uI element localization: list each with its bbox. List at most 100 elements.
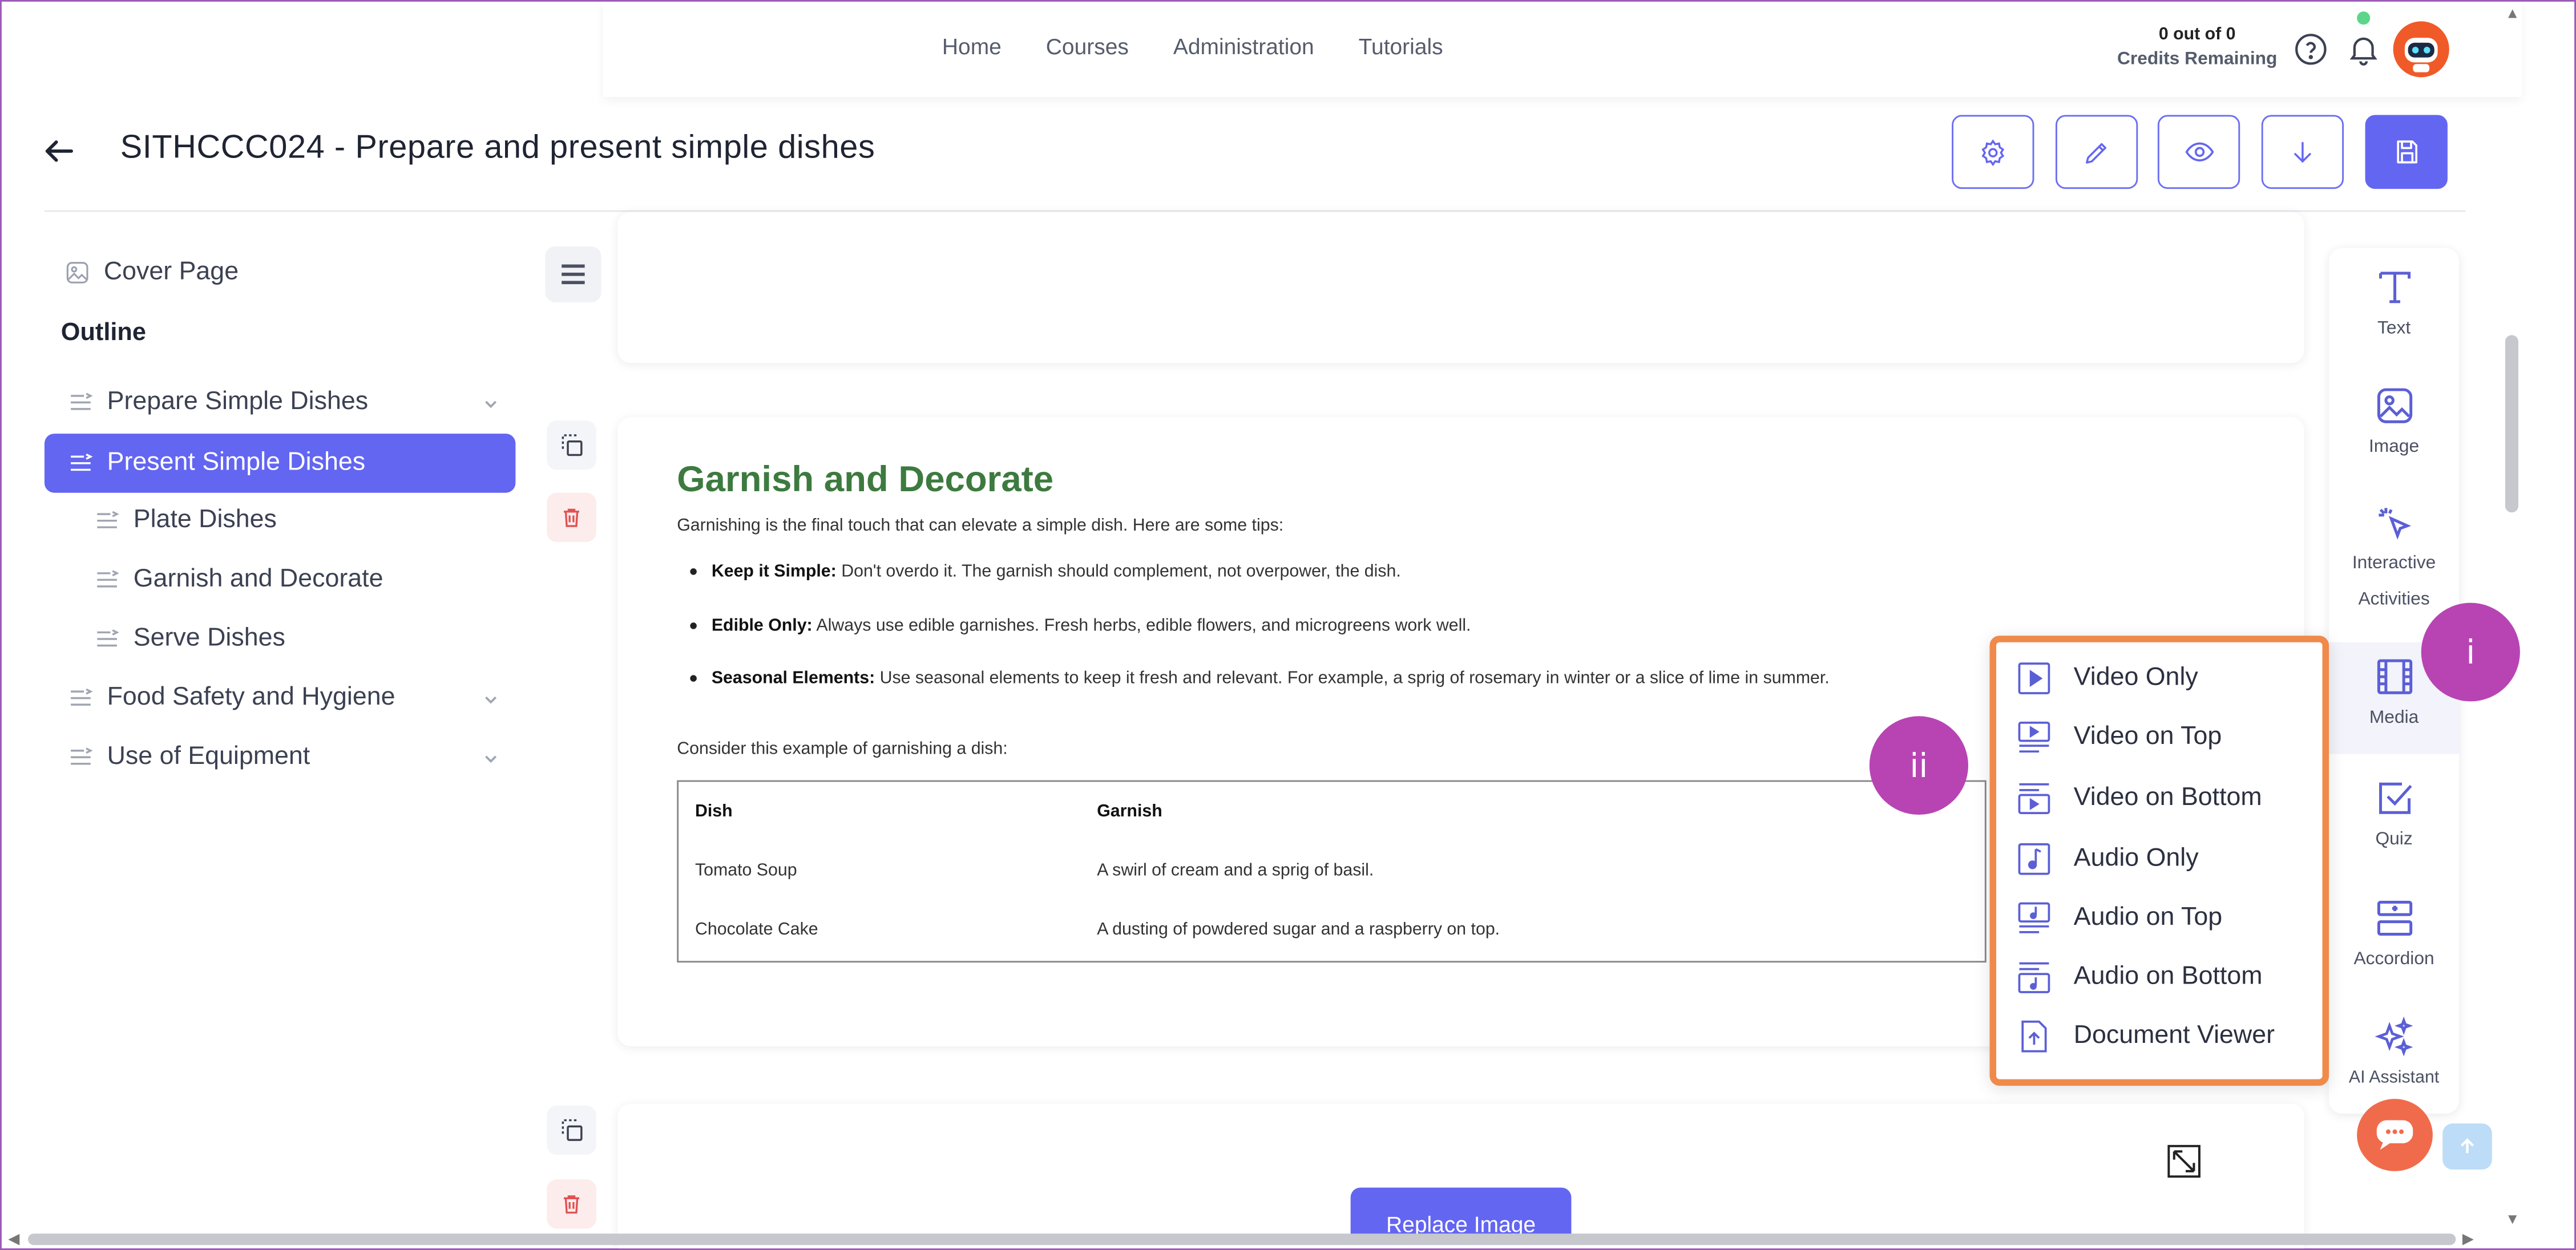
panel-item-label: Media (2369, 707, 2419, 728)
chat-button[interactable] (2357, 1099, 2433, 1171)
online-status-dot (2357, 11, 2371, 25)
text-icon (2378, 272, 2410, 304)
table-cell: A swirl of cream and a sprig of basil. (1097, 860, 1374, 881)
sidebar-item-use-of-equipment[interactable]: Use of Equipment (67, 742, 310, 772)
save-button[interactable] (2365, 115, 2448, 189)
list-icon (71, 688, 93, 706)
copy-icon (562, 1119, 583, 1141)
nav-links: Home Courses Administration Tutorials (942, 34, 1443, 59)
menu-item-audio-on-bottom[interactable]: Audio on Bottom (2018, 961, 2263, 994)
section-heading[interactable]: Garnish and Decorate (677, 458, 1053, 501)
delete-block-button[interactable] (547, 1179, 596, 1229)
menu-item-video-on-top[interactable]: Video on Top (2018, 721, 2222, 754)
duplicate-block-button[interactable] (547, 420, 596, 470)
duplicate-block-button[interactable] (547, 1105, 596, 1155)
bullet-bold: Keep it Simple: (711, 561, 837, 582)
sidebar-item-prepare-simple-dishes[interactable]: Prepare Simple Dishes (67, 387, 368, 417)
panel-item-label-line2: Activities (2358, 589, 2430, 610)
back-arrow-icon[interactable] (41, 133, 77, 169)
menu-item-audio-only[interactable]: Audio Only (2018, 843, 2199, 876)
preview-button[interactable] (2157, 115, 2240, 189)
menu-item-video-only[interactable]: Video Only (2018, 662, 2198, 695)
intro-paragraph[interactable]: Garnishing is the final touch that can e… (677, 516, 1283, 536)
nav-link-tutorials[interactable]: Tutorials (1359, 34, 1443, 59)
scroll-to-top-button[interactable] (2442, 1123, 2492, 1170)
expand-icon[interactable] (2167, 1144, 2200, 1178)
avatar[interactable] (2393, 21, 2449, 78)
download-button[interactable] (2261, 115, 2344, 189)
nav-link-courses[interactable]: Courses (1046, 34, 1129, 59)
vertical-scrollbar-thumb[interactable] (2505, 335, 2518, 513)
scroll-left-arrow[interactable]: ◀ (8, 1230, 19, 1248)
audio-top-icon (2018, 902, 2050, 933)
chevron-down-icon[interactable] (483, 396, 499, 412)
page-title: SITHCCC024 - Prepare and present simple … (120, 130, 875, 166)
scroll-down-arrow[interactable]: ▼ (2505, 1211, 2520, 1227)
sidebar-cover-page[interactable]: Cover Page (64, 258, 239, 288)
replace-image-button[interactable]: Replace Image (1350, 1187, 1572, 1237)
list-icon (71, 747, 93, 765)
bullet-item[interactable]: Edible Only: Always use edible garnishes… (690, 616, 1471, 636)
menu-item-label: Audio on Bottom (2073, 962, 2263, 991)
sidebar-item-label: Use of Equipment (107, 742, 310, 771)
sidebar-item-label: Garnish and Decorate (133, 565, 383, 593)
menu-item-label: Video on Top (2073, 722, 2222, 751)
menu-item-video-on-bottom[interactable]: Video on Bottom (2018, 782, 2262, 815)
pointer-icon (2377, 508, 2411, 540)
panel-item-label: Text (2377, 318, 2411, 339)
bell-icon[interactable] (2345, 31, 2381, 67)
sidebar-item-label: Prepare Simple Dishes (107, 387, 369, 416)
scroll-right-arrow[interactable]: ▶ (2462, 1230, 2474, 1248)
chat-bubble-icon (2376, 1120, 2413, 1150)
menu-item-label: Video Only (2073, 664, 2198, 692)
horizontal-scrollbar-thumb[interactable] (28, 1233, 2456, 1245)
panel-item-label: Quiz (2375, 829, 2413, 849)
arrow-up-icon (2460, 1138, 2474, 1154)
panel-item-quiz[interactable]: Quiz (2329, 777, 2459, 859)
bullet-item[interactable]: Seasonal Elements: Use seasonal elements… (690, 669, 1830, 688)
sidebar-item-garnish-and-decorate[interactable]: Garnish and Decorate (94, 565, 383, 594)
nav-link-home[interactable]: Home (942, 34, 1002, 59)
audio-icon (2018, 843, 2050, 875)
panel-item-accordion[interactable]: Accordion (2329, 897, 2459, 979)
panel-item-label: AI Assistant (2348, 1067, 2440, 1087)
panel-item-ai-assistant[interactable]: AI Assistant (2329, 1015, 2459, 1097)
sparkles-icon (2374, 1016, 2412, 1057)
bullet-bold: Edible Only: (711, 616, 813, 636)
nav-link-administration[interactable]: Administration (1173, 34, 1314, 59)
video-icon (2018, 662, 2050, 694)
sidebar-item-plate-dishes[interactable]: Plate Dishes (94, 506, 277, 536)
menu-item-audio-on-top[interactable]: Audio on Top (2018, 902, 2222, 935)
sidebar-item-serve-dishes[interactable]: Serve Dishes (94, 624, 285, 654)
video-top-icon (2018, 721, 2050, 753)
chevron-down-icon[interactable] (483, 751, 499, 767)
bullet-text: Always use edible garnishes. Fresh herbs… (812, 616, 1471, 636)
menu-item-document-viewer[interactable]: Document Viewer (2018, 1020, 2275, 1053)
sidebar-item-label: Serve Dishes (133, 624, 285, 653)
panel-item-image[interactable]: Image (2329, 385, 2459, 467)
garnish-table[interactable]: Dish Garnish Tomato Soup A swirl of crea… (677, 780, 1986, 963)
help-icon[interactable] (2293, 31, 2329, 67)
sidebar-item-present-simple-dishes[interactable]: Present Simple Dishes (44, 434, 516, 493)
scroll-up-arrow[interactable]: ▲ (2505, 5, 2520, 22)
credits-label: Credits Remaining (2117, 49, 2278, 69)
list-icon (71, 454, 93, 471)
example-paragraph[interactable]: Consider this example of garnishing a di… (677, 739, 1007, 759)
panel-item-text[interactable]: Text (2329, 266, 2459, 348)
settings-button[interactable] (1952, 115, 2034, 189)
sidebar-item-food-safety-and-hygiene[interactable]: Food Safety and Hygiene (67, 683, 395, 713)
arrow-down-icon (2294, 141, 2311, 162)
chevron-down-icon[interactable] (483, 691, 499, 708)
bullet-text: Don't overdo it. The garnish should comp… (836, 561, 1401, 582)
content-block-previous[interactable] (617, 212, 2304, 363)
bullet-item[interactable]: Keep it Simple: Don't overdo it. The gar… (690, 561, 1401, 582)
panel-item-interactive-activities[interactable]: Interactive Activities (2329, 503, 2459, 618)
delete-block-button[interactable] (547, 492, 596, 543)
image-icon (2376, 388, 2412, 423)
edit-button[interactable] (2055, 115, 2138, 189)
document-upload-icon (2021, 1020, 2047, 1053)
save-icon (2396, 140, 2417, 164)
vertical-scrollbar[interactable] (2502, 2, 2522, 1233)
sidebar-toggle-button[interactable] (545, 246, 601, 302)
list-icon (71, 393, 93, 410)
